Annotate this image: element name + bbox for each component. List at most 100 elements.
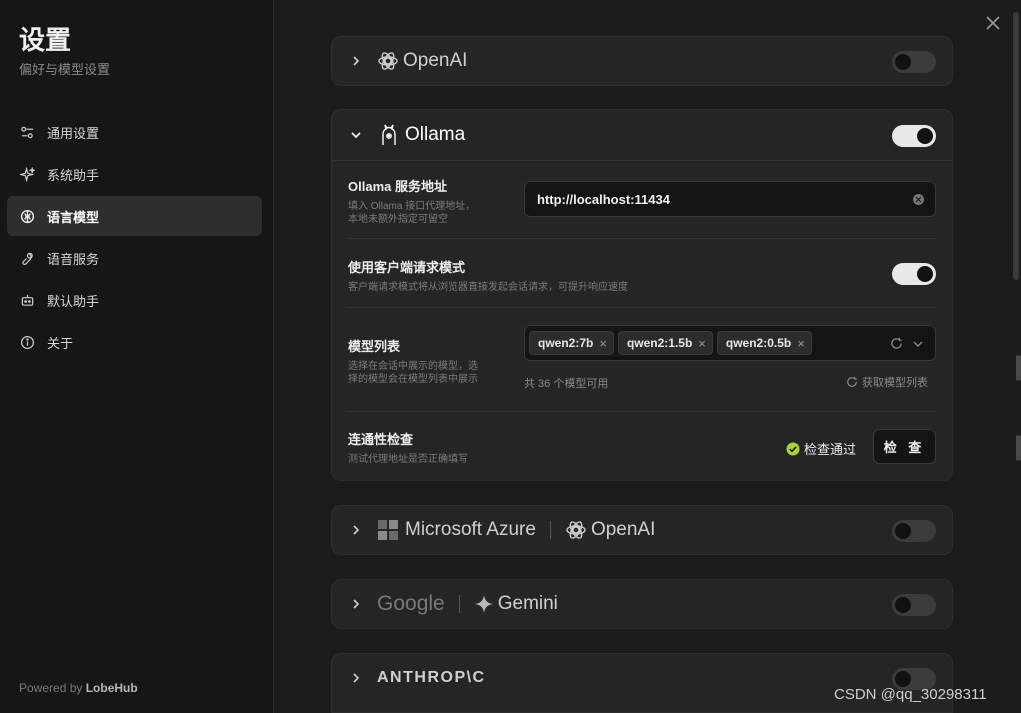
sidebar-nav: 通用设置 系统助手 语言模型 语音服务 默认助手 关于 [7, 112, 262, 364]
openai-brand: OpenAI [377, 50, 467, 72]
provider-name: Microsoft Azure [405, 519, 536, 540]
openai-logo-icon [566, 521, 586, 539]
clear-icon[interactable] [913, 194, 924, 205]
powered-by[interactable]: Powered by LobeHub [19, 681, 138, 695]
sidebar-item-label: 关于 [47, 335, 74, 351]
client-mode-desc: 客户端请求模式将从浏览器直接发起会话请求，可提升响应速度 [348, 282, 628, 293]
sliders-icon [19, 124, 35, 140]
sidebar-item-system-agent[interactable]: 系统助手 [7, 154, 262, 194]
provider-name: OpenAI [403, 50, 468, 71]
model-tag-label: qwen2:0.5b [725, 336, 792, 350]
chevron-down-icon[interactable] [349, 128, 363, 142]
openai-logo-icon [378, 52, 398, 70]
model-tag[interactable]: qwen2:1.5b × [617, 331, 713, 355]
provider-card-openai: OpenAI [331, 36, 953, 86]
divider [348, 238, 936, 239]
fetch-models-label: 获取模型列表 [862, 377, 928, 389]
sidebar: 设置 偏好与模型设置 通用设置 系统助手 语言模型 语音服务 默认助手 关于 P… [0, 0, 274, 713]
provider-name: OpenAI [590, 519, 656, 540]
main-panel: OpenAI Ollama Ollama 服务地址 填入 Ollama 接口代理… [275, 0, 1021, 713]
refresh-icon [847, 376, 857, 387]
provider-card-azure: Microsoft Azure OpenAI [331, 505, 953, 555]
powered-prefix: Powered by [19, 681, 83, 695]
endpoint-value: http://localhost:11434 [537, 191, 670, 207]
provider-header-google[interactable]: Google Gemini [332, 580, 952, 628]
sidebar-item-label: 默认助手 [47, 293, 100, 309]
provider-card-google: Google Gemini [331, 579, 953, 629]
watermark: CSDN @qq_30298311 [834, 686, 987, 703]
voice-icon [19, 250, 35, 266]
remove-tag-icon[interactable]: × [797, 336, 805, 351]
model-tag[interactable]: qwen2:0.5b × [716, 331, 812, 355]
google-toggle[interactable] [892, 594, 936, 616]
brand-separator [549, 521, 551, 539]
model-tag-label: qwen2:1.5b [626, 336, 693, 350]
close-icon [986, 16, 1000, 30]
endpoint-input[interactable]: http://localhost:11434 [524, 181, 936, 217]
client-mode-row: 使用客户端请求模式 客户端请求模式将从浏览器直接发起会话请求，可提升响应速度 [348, 257, 936, 294]
model-tag-label: qwen2:7b [538, 336, 594, 350]
sidebar-item-label: 系统助手 [47, 167, 100, 183]
sidebar-item-default-agent[interactable]: 默认助手 [7, 280, 262, 320]
ollama-brand: Ollama [377, 123, 465, 147]
chevron-right-icon[interactable] [349, 54, 363, 68]
scroll-marker [1016, 435, 1021, 461]
divider [348, 411, 936, 412]
divider [348, 307, 936, 308]
scrollbar-thumb[interactable] [1013, 12, 1019, 280]
chevron-right-icon[interactable] [349, 523, 363, 537]
sidebar-item-about[interactable]: 关于 [7, 322, 262, 362]
check-status-label: 检查通过 [804, 442, 857, 457]
settings-title: 设置 [19, 25, 72, 55]
sidebar-item-llm[interactable]: 语言模型 [7, 196, 262, 236]
remove-tag-icon[interactable]: × [698, 336, 706, 351]
sidebar-item-tts[interactable]: 语音服务 [7, 238, 262, 278]
provider-card-ollama: Ollama Ollama 服务地址 填入 Ollama 接口代理地址， 本地未… [331, 109, 953, 481]
microsoft-logo-icon [378, 520, 398, 540]
info-icon [19, 334, 35, 350]
settings-subtitle: 偏好与模型设置 [19, 62, 111, 77]
azure-brand: Microsoft Azure [377, 519, 536, 541]
refresh-icon[interactable] [890, 337, 903, 350]
powered-brand: LobeHub [85, 681, 138, 695]
sidebar-item-label: 通用设置 [47, 125, 100, 141]
provider-name: Ollama [405, 124, 466, 145]
ollama-logo-icon [382, 124, 396, 145]
anthropic-wordmark: ANTHROP\C [377, 669, 486, 686]
model-list-desc-line: 选择在会话中展示的模型，选 [348, 361, 478, 372]
brand-separator [458, 595, 460, 613]
azure-toggle[interactable] [892, 520, 936, 542]
model-select[interactable]: qwen2:7b × qwen2:1.5b × qwen2:0.5b × [524, 325, 936, 361]
ollama-toggle[interactable] [892, 125, 936, 147]
openai-toggle[interactable] [892, 51, 936, 73]
brain-icon [19, 208, 35, 224]
google-wordmark: Google [377, 592, 445, 615]
check-circle-icon [786, 442, 800, 455]
model-count: 共 36 个模型可用 [524, 378, 609, 390]
scroll-marker [1016, 355, 1021, 381]
close-button[interactable] [983, 13, 1003, 33]
provider-header-azure[interactable]: Microsoft Azure OpenAI [332, 506, 952, 554]
provider-header-openai[interactable]: OpenAI [332, 37, 952, 85]
client-mode-title: 使用客户端请求模式 [348, 260, 466, 275]
model-tag[interactable]: qwen2:7b × [529, 331, 614, 355]
chevron-right-icon[interactable] [349, 671, 363, 685]
gemini-brand: Gemini [474, 593, 558, 615]
fetch-models-button[interactable]: 获取模型列表 [846, 374, 928, 390]
sidebar-item-label: 语言模型 [47, 209, 100, 225]
gemini-logo-icon [474, 595, 493, 613]
remove-tag-icon[interactable]: × [599, 336, 607, 351]
sidebar-item-general[interactable]: 通用设置 [7, 112, 262, 152]
bot-icon [19, 292, 35, 308]
openai-brand: OpenAI [565, 519, 655, 541]
client-mode-toggle[interactable] [892, 263, 936, 285]
provider-card-anthropic: ANTHROP\C [331, 653, 953, 713]
provider-header-ollama[interactable]: Ollama [332, 110, 952, 161]
check-status: 检查通过 [786, 439, 856, 458]
chevron-right-icon[interactable] [349, 597, 363, 611]
provider-name: Gemini [497, 593, 558, 614]
sparkles-icon [19, 166, 35, 182]
check-button[interactable]: 检 查 [873, 429, 936, 464]
chevron-down-icon[interactable] [912, 338, 924, 350]
sidebar-item-label: 语音服务 [47, 251, 100, 267]
